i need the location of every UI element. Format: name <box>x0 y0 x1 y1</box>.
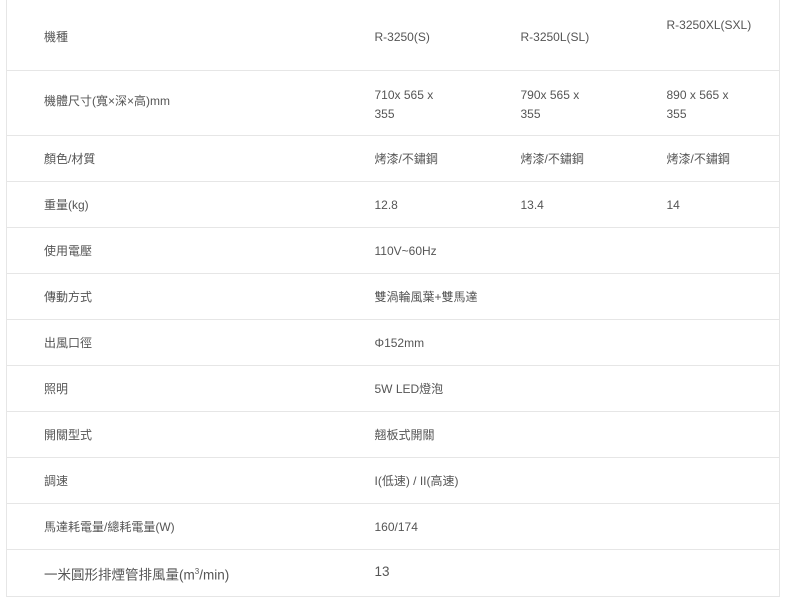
value-cell: I(低速) / II(高速) <box>374 457 780 504</box>
row-label: 馬達耗電量/總耗電量(W) <box>44 520 175 534</box>
dimension-value: 790x 565 x 355 <box>520 88 580 121</box>
model-cell: R-3250XL(SXL) <box>666 0 780 71</box>
label-prefix: 一米圓形排煙管排風量(m <box>44 567 195 583</box>
row-label: 機種 <box>44 30 69 44</box>
table-row-airflow: 一米圓形排煙管排風量(m3/min) 13 <box>6 549 780 597</box>
row-label-cell: 調速 <box>6 457 375 504</box>
weight-value: 13.4 <box>520 198 544 212</box>
airflow-value: 13 <box>374 564 390 579</box>
value-cell: 890 x 565 x 355 <box>666 70 780 136</box>
row-label-cell: 重量(kg) <box>6 181 375 228</box>
table-row-dimensions: 機體尺寸(寬×深×高)mm 710x 565 x 355 790x 565 x … <box>6 70 780 136</box>
value-cell: 5W LED燈泡 <box>374 365 780 412</box>
outlet-value: Φ152mm <box>374 336 425 350</box>
table-row-switch: 開關型式 翹板式開關 <box>6 411 780 458</box>
drive-value: 雙渦輪風葉+雙馬達 <box>374 290 478 304</box>
row-label-cell: 馬達耗電量/總耗電量(W) <box>6 503 375 550</box>
spec-table: 機種 R-3250(S) R-3250L(SL) R-3250XL(SXL) 機… <box>6 0 780 597</box>
table-row-drive: 傳動方式 雙渦輪風葉+雙馬達 <box>6 273 780 320</box>
table-row-lighting: 照明 5W LED燈泡 <box>6 365 780 412</box>
row-label-cell: 顏色/材質 <box>6 135 375 182</box>
value-cell: 160/174 <box>374 503 780 550</box>
lighting-value: 5W LED燈泡 <box>374 382 444 396</box>
dimension-value: 710x 565 x 355 <box>374 88 434 121</box>
table-row-power: 馬達耗電量/總耗電量(W) 160/174 <box>6 503 780 550</box>
model-name: R-3250(S) <box>374 30 430 44</box>
row-label: 調速 <box>44 474 69 488</box>
value-cell: 710x 565 x 355 <box>374 70 521 136</box>
row-label-cell: 出風口徑 <box>6 319 375 366</box>
label-suffix: /min) <box>199 567 230 583</box>
switch-value: 翹板式開關 <box>374 428 435 442</box>
table-row-model: 機種 R-3250(S) R-3250L(SL) R-3250XL(SXL) <box>6 0 780 71</box>
row-label: 機體尺寸(寬×深×高)mm <box>44 94 171 108</box>
table-row-outlet: 出風口徑 Φ152mm <box>6 319 780 366</box>
weight-value: 14 <box>666 198 680 212</box>
row-label: 開關型式 <box>44 428 93 442</box>
table-row-voltage: 使用電壓 110V~60Hz <box>6 227 780 274</box>
weight-value: 12.8 <box>374 198 398 212</box>
value-cell: Φ152mm <box>374 319 780 366</box>
row-label: 傳動方式 <box>44 290 93 304</box>
dimension-value: 890 x 565 x 355 <box>666 88 729 121</box>
model-cell: R-3250(S) <box>374 0 521 71</box>
row-label-cell: 機體尺寸(寬×深×高)mm <box>6 70 375 136</box>
row-label-cell: 使用電壓 <box>6 227 375 274</box>
voltage-value: 110V~60Hz <box>374 244 437 258</box>
value-cell: 110V~60Hz <box>374 227 780 274</box>
material-value: 烤漆/不鏽鋼 <box>666 152 730 166</box>
value-cell: 13 <box>374 549 780 597</box>
row-label-cell: 一米圓形排煙管排風量(m3/min) <box>6 549 375 597</box>
table-row-speed: 調速 I(低速) / II(高速) <box>6 457 780 504</box>
row-label: 使用電壓 <box>44 244 93 258</box>
row-label: 重量(kg) <box>44 198 89 212</box>
row-label: 一米圓形排煙管排風量(m3/min) <box>7 550 375 585</box>
row-label-cell: 傳動方式 <box>6 273 375 320</box>
model-name: R-3250XL(SXL) <box>666 18 752 32</box>
row-label-cell: 開關型式 <box>6 411 375 458</box>
value-cell: 烤漆/不鏽鋼 <box>520 135 667 182</box>
value-cell: 雙渦輪風葉+雙馬達 <box>374 273 780 320</box>
table-row-color-material: 顏色/材質 烤漆/不鏽鋼 烤漆/不鏽鋼 烤漆/不鏽鋼 <box>6 135 780 182</box>
row-label-cell: 機種 <box>6 0 375 71</box>
power-value: 160/174 <box>374 520 418 534</box>
row-label: 出風口徑 <box>44 336 93 350</box>
row-label: 照明 <box>44 382 69 396</box>
model-cell: R-3250L(SL) <box>520 0 667 71</box>
speed-value: I(低速) / II(高速) <box>374 474 459 488</box>
value-cell: 13.4 <box>520 181 667 228</box>
value-cell: 烤漆/不鏽鋼 <box>374 135 521 182</box>
row-label-cell: 照明 <box>6 365 375 412</box>
material-value: 烤漆/不鏽鋼 <box>374 152 438 166</box>
value-cell: 14 <box>666 181 780 228</box>
value-cell: 12.8 <box>374 181 521 228</box>
value-cell: 烤漆/不鏽鋼 <box>666 135 780 182</box>
value-cell: 翹板式開關 <box>374 411 780 458</box>
table-row-weight: 重量(kg) 12.8 13.4 14 <box>6 181 780 228</box>
value-cell: 790x 565 x 355 <box>520 70 667 136</box>
model-name: R-3250L(SL) <box>520 30 590 44</box>
row-label: 顏色/材質 <box>44 152 96 166</box>
material-value: 烤漆/不鏽鋼 <box>520 152 584 166</box>
